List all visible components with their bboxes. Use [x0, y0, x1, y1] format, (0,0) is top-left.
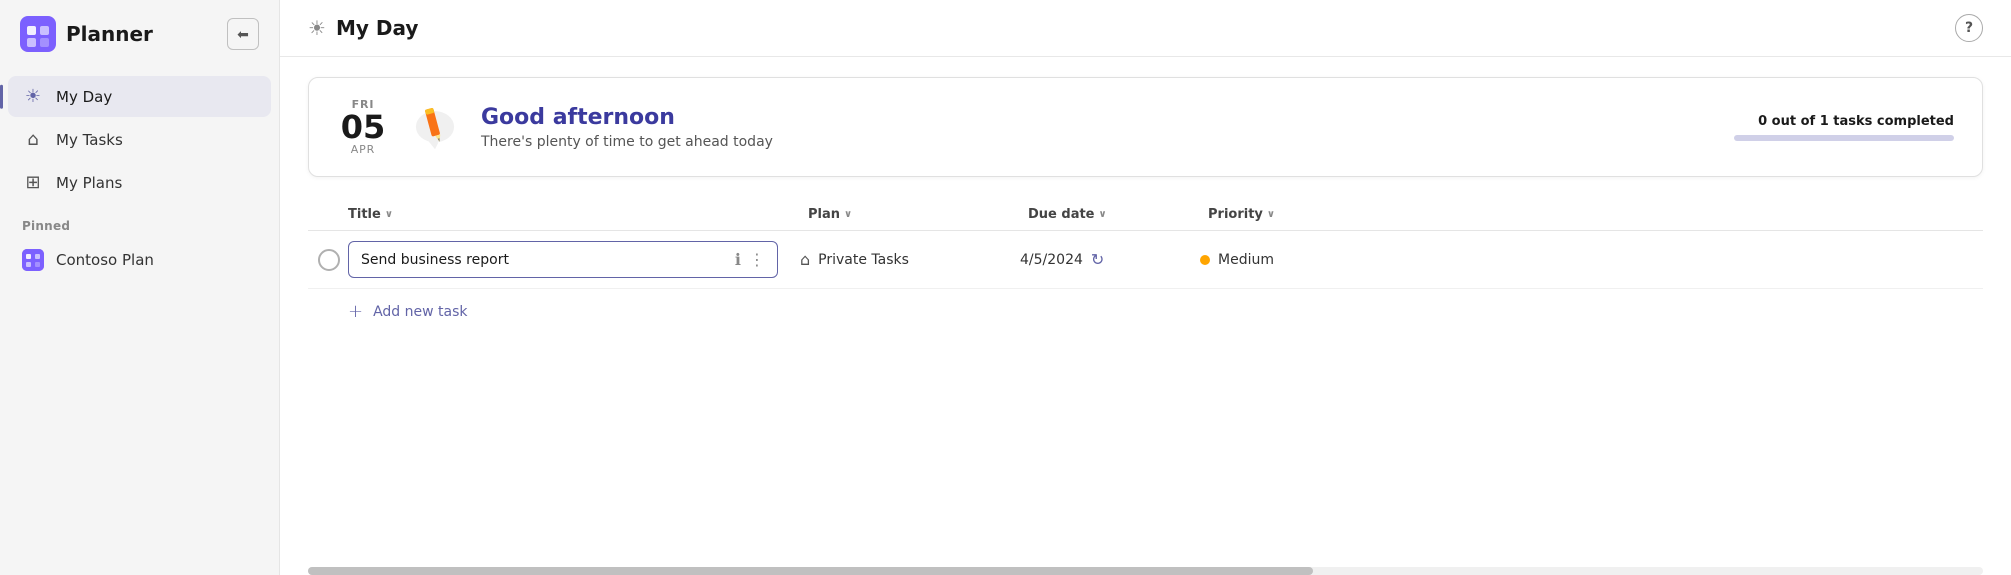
sidebar-item-label: My Tasks — [56, 131, 123, 149]
priority-sort-icon: ∨ — [1267, 209, 1275, 220]
help-button[interactable]: ? — [1955, 14, 1983, 42]
progress-label: 0 out of 1 tasks completed — [1734, 114, 1954, 129]
sidebar-item-label: Contoso Plan — [56, 251, 154, 269]
column-priority-label: Priority — [1208, 207, 1263, 222]
grid-icon: ⊞ — [22, 172, 44, 193]
column-header-priority[interactable]: Priority ∨ — [1208, 207, 1983, 222]
title-sort-icon: ∨ — [385, 209, 393, 220]
sidebar-header: Planner ⬅ — [0, 0, 279, 68]
plan-sort-icon: ∨ — [844, 209, 852, 220]
recur-icon: ↻ — [1091, 250, 1104, 269]
greeting-card: FRI 05 Apr Good aftern — [308, 77, 1983, 177]
sun-icon: ☀ — [22, 86, 44, 107]
column-header-due-date[interactable]: Due date ∨ — [1028, 207, 1208, 222]
plan-home-icon: ⌂ — [800, 250, 810, 269]
task-priority-cell: Medium — [1200, 252, 1983, 268]
sidebar-logo: Planner — [20, 16, 153, 52]
topbar-left: ☀ My Day — [308, 16, 418, 40]
duedate-sort-icon: ∨ — [1099, 209, 1107, 220]
task-checkbox[interactable] — [318, 249, 340, 271]
task-info-icon[interactable]: ℹ — [735, 250, 741, 269]
app-title: Planner — [66, 22, 153, 46]
greeting-text: Good afternoon There's plenty of time to… — [481, 105, 1714, 150]
add-task-label: Add new task — [373, 304, 467, 320]
sidebar-pinned-nav: Contoso Plan — [0, 239, 279, 281]
scrollbar-area[interactable] — [308, 567, 1983, 575]
add-task-row[interactable]: + Add new task — [308, 289, 1983, 334]
home-icon: ⌂ — [22, 129, 44, 150]
column-duedate-label: Due date — [1028, 207, 1095, 222]
task-duedate-cell: 4/5/2024 ↻ — [1020, 250, 1200, 269]
sidebar: Planner ⬅ ☀ My Day ⌂ My Tasks ⊞ My Plans… — [0, 0, 280, 575]
topbar-sun-icon: ☀ — [308, 16, 326, 40]
page-title: My Day — [336, 16, 418, 40]
date-day-number: 05 — [337, 111, 389, 143]
sidebar-item-label: My Plans — [56, 174, 122, 192]
planner-logo-icon — [20, 16, 56, 52]
main-content: ☀ My Day ? FRI 05 Apr — [280, 0, 2011, 575]
task-name-cell: Send business report ℹ ⋮ — [348, 241, 800, 278]
task-plan-name: Private Tasks — [818, 252, 909, 268]
collapse-sidebar-button[interactable]: ⬅ — [227, 18, 259, 50]
collapse-icon: ⬅ — [237, 26, 249, 43]
topbar: ☀ My Day ? — [280, 0, 2011, 57]
column-plan-label: Plan — [808, 207, 840, 222]
sidebar-nav: ☀ My Day ⌂ My Tasks ⊞ My Plans — [0, 76, 279, 203]
task-plan-cell: ⌂ Private Tasks — [800, 250, 1020, 269]
priority-dot — [1200, 255, 1210, 265]
sidebar-item-contoso-plan[interactable]: Contoso Plan — [8, 239, 271, 281]
column-header-title[interactable]: Title ∨ — [348, 207, 808, 222]
progress-section: 0 out of 1 tasks completed — [1734, 114, 1954, 141]
contoso-plan-icon — [22, 249, 44, 271]
help-icon: ? — [1965, 20, 1973, 36]
sidebar-item-my-tasks[interactable]: ⌂ My Tasks — [8, 119, 271, 160]
task-more-icon[interactable]: ⋮ — [749, 250, 765, 269]
greeting-headline: Good afternoon — [481, 105, 1714, 130]
task-name-text: Send business report — [361, 252, 727, 268]
sidebar-item-my-plans[interactable]: ⊞ My Plans — [8, 162, 271, 203]
task-table-header: Title ∨ Plan ∨ Due date ∨ Priority ∨ — [308, 201, 1983, 231]
date-block: FRI 05 Apr — [337, 98, 389, 156]
content-area: FRI 05 Apr Good aftern — [280, 57, 2011, 567]
task-priority-label: Medium — [1218, 252, 1274, 268]
scrollbar-thumb[interactable] — [308, 567, 1313, 575]
pencil-illustration — [409, 99, 461, 155]
add-task-icon: + — [348, 301, 363, 322]
progress-bar-background — [1734, 135, 1954, 141]
pinned-section-label: Pinned — [0, 203, 279, 239]
column-header-plan[interactable]: Plan ∨ — [808, 207, 1028, 222]
column-title-label: Title — [348, 207, 381, 222]
task-due-date: 4/5/2024 — [1020, 252, 1083, 268]
sidebar-item-my-day[interactable]: ☀ My Day — [8, 76, 271, 117]
table-row: Send business report ℹ ⋮ ⌂ Private Tasks… — [308, 231, 1983, 289]
task-name-box[interactable]: Send business report ℹ ⋮ — [348, 241, 778, 278]
sidebar-item-label: My Day — [56, 88, 112, 106]
greeting-subtext: There's plenty of time to get ahead toda… — [481, 134, 1714, 150]
